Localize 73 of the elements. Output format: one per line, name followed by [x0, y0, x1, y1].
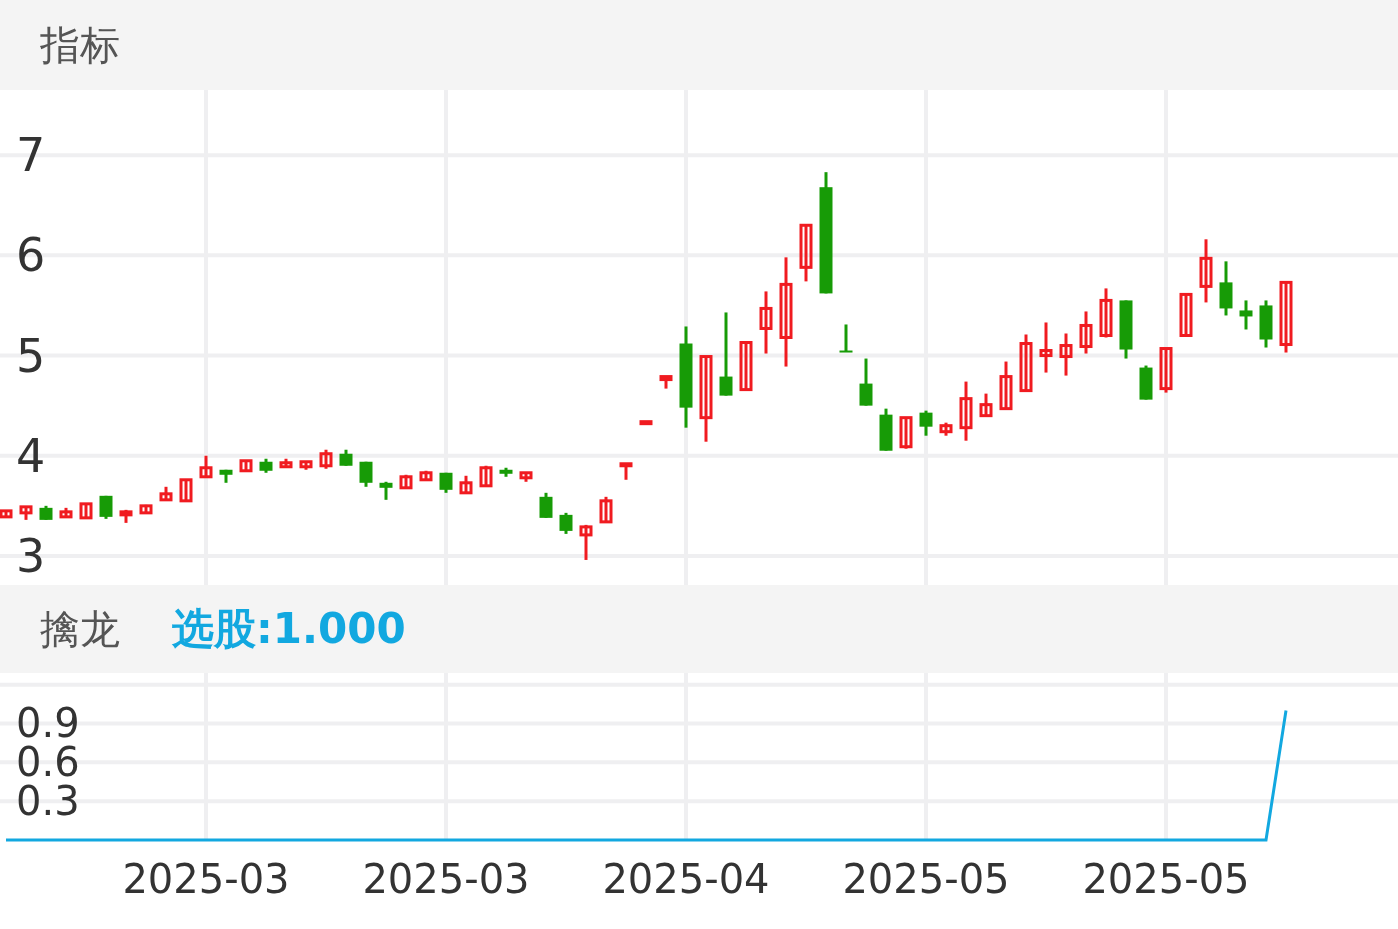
indicator-value: 选股:1.000: [172, 603, 406, 655]
candlestick: [39, 505, 53, 520]
candlestick: [499, 467, 513, 477]
candlestick: [1079, 311, 1093, 354]
axis-label: 3: [16, 528, 46, 583]
candlestick: [539, 492, 553, 518]
candlestick: [899, 416, 913, 449]
axis-label: 2025-03: [362, 856, 530, 902]
candlestick: [659, 375, 673, 389]
candlestick: [579, 524, 593, 560]
candlestick: [1099, 288, 1113, 338]
candlestick: [459, 475, 473, 495]
candlestick: [0, 509, 13, 519]
axis-label: 2025-03: [122, 856, 290, 902]
axis-label: 4: [16, 428, 46, 483]
candlestick: [279, 458, 293, 469]
panel-title: 擒龙: [40, 604, 120, 654]
candlestick: [159, 486, 173, 502]
candlestick: [759, 291, 773, 354]
candlestick: [999, 361, 1013, 411]
candlestick: [879, 408, 893, 451]
candlestick: [59, 507, 73, 519]
candlestick: [239, 459, 253, 473]
candlestick: [739, 341, 753, 392]
candlestick: [799, 223, 813, 282]
candlestick: [419, 470, 433, 482]
candlestick: [259, 458, 273, 473]
candlestick: [1259, 300, 1273, 348]
candlestick: [139, 504, 153, 515]
candlestick: [619, 462, 633, 480]
candlestick: [1139, 365, 1153, 400]
candlestick: [119, 509, 133, 523]
candlestick: [559, 512, 573, 534]
candlestick: [359, 461, 373, 487]
candlestick: [1039, 322, 1053, 373]
axis-label: 6: [16, 228, 46, 283]
candlestick: [1019, 334, 1033, 393]
axis-label: 0.3: [16, 778, 80, 825]
candlestick: [959, 381, 973, 441]
axis-label: 2025-04: [602, 856, 770, 902]
candlestick: [439, 472, 453, 493]
candlestick: [179, 478, 193, 503]
candlestick: [199, 455, 213, 479]
axis-label: 7: [16, 128, 46, 183]
axis-label: 5: [16, 328, 46, 383]
candlestick: [339, 449, 353, 466]
candlestick: [219, 469, 233, 483]
candlestick: [479, 465, 493, 488]
panel-title: 指标: [40, 20, 120, 70]
candlestick: [1219, 261, 1233, 316]
candlestick: [859, 358, 873, 406]
axis-label: 2025-05: [842, 856, 1010, 902]
candlestick: [1159, 347, 1173, 393]
candlestick: [839, 324, 853, 353]
candlestick: [99, 495, 113, 519]
candlestick: [939, 422, 953, 436]
candlestick: [19, 505, 33, 520]
candlestick: [1179, 292, 1193, 337]
candlestick: [1119, 300, 1133, 359]
candlestick: [1199, 239, 1213, 303]
candlestick: [1059, 333, 1073, 376]
candlestick: [519, 471, 533, 482]
candlestick: [599, 496, 613, 524]
candlestick: [1239, 300, 1253, 330]
candlestick: [319, 449, 333, 469]
candlestick: [399, 474, 413, 490]
candlestick: [639, 420, 653, 426]
axis-label: 2025-05: [1082, 856, 1250, 902]
candlestick: [299, 460, 313, 470]
candlestick: [979, 393, 993, 418]
candlestick: [919, 410, 933, 436]
candlestick: [379, 481, 393, 500]
candlestick: [79, 502, 93, 520]
